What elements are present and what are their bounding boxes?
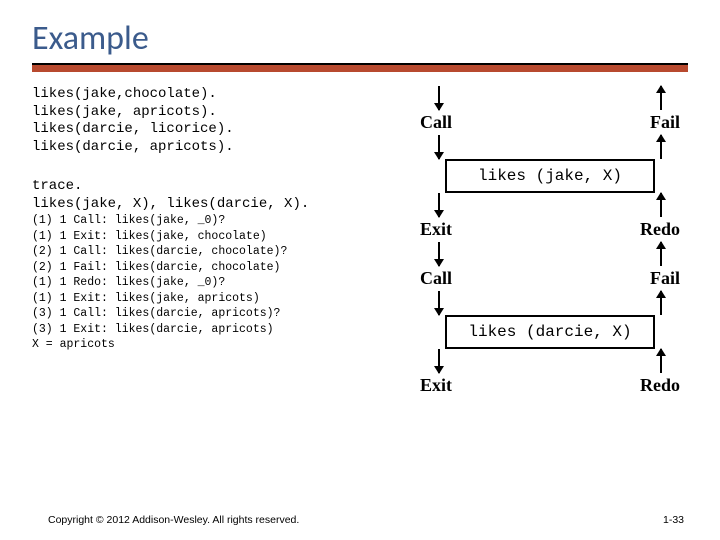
diagram: Call Fail likes (jake, X) Exit Redo Call Fa… — [420, 86, 680, 398]
arrow-up-icon — [660, 349, 662, 373]
arrow-up-icon — [660, 135, 662, 159]
port-redo: Redo — [640, 219, 680, 240]
divider-accent — [32, 65, 688, 72]
port-call: Call — [420, 112, 452, 133]
port-exit: Exit — [420, 219, 452, 240]
port-fail: Fail — [650, 112, 680, 133]
arrow-down-icon — [438, 135, 440, 159]
arrow-up-icon — [660, 86, 662, 110]
arrow-down-icon — [438, 291, 440, 315]
arrow-down-icon — [438, 193, 440, 217]
arrow-up-icon — [660, 291, 662, 315]
prolog-trace: (1) 1 Call: likes(jake, _0)? (1) 1 Exit:… — [32, 213, 402, 353]
arrow-down-icon — [438, 349, 440, 373]
page-number: 1-33 — [663, 514, 684, 526]
arrow-down-icon — [438, 86, 440, 110]
port-redo: Redo — [640, 375, 680, 396]
byrd-box-1: likes (jake, X) — [445, 159, 655, 193]
slide-title: Example — [32, 18, 688, 59]
port-exit: Exit — [420, 375, 452, 396]
prolog-query: trace. likes(jake, X), likes(darcie, X). — [32, 178, 402, 213]
arrow-down-icon — [438, 242, 440, 266]
copyright-text: Copyright © 2012 Addison-Wesley. All rig… — [48, 514, 299, 526]
port-call: Call — [420, 268, 452, 289]
arrow-up-icon — [660, 242, 662, 266]
arrow-up-icon — [660, 193, 662, 217]
byrd-box-2: likes (darcie, X) — [445, 315, 655, 349]
left-column: likes(jake,chocolate). likes(jake, apric… — [32, 86, 402, 398]
prolog-facts: likes(jake,chocolate). likes(jake, apric… — [32, 86, 402, 156]
port-fail: Fail — [650, 268, 680, 289]
